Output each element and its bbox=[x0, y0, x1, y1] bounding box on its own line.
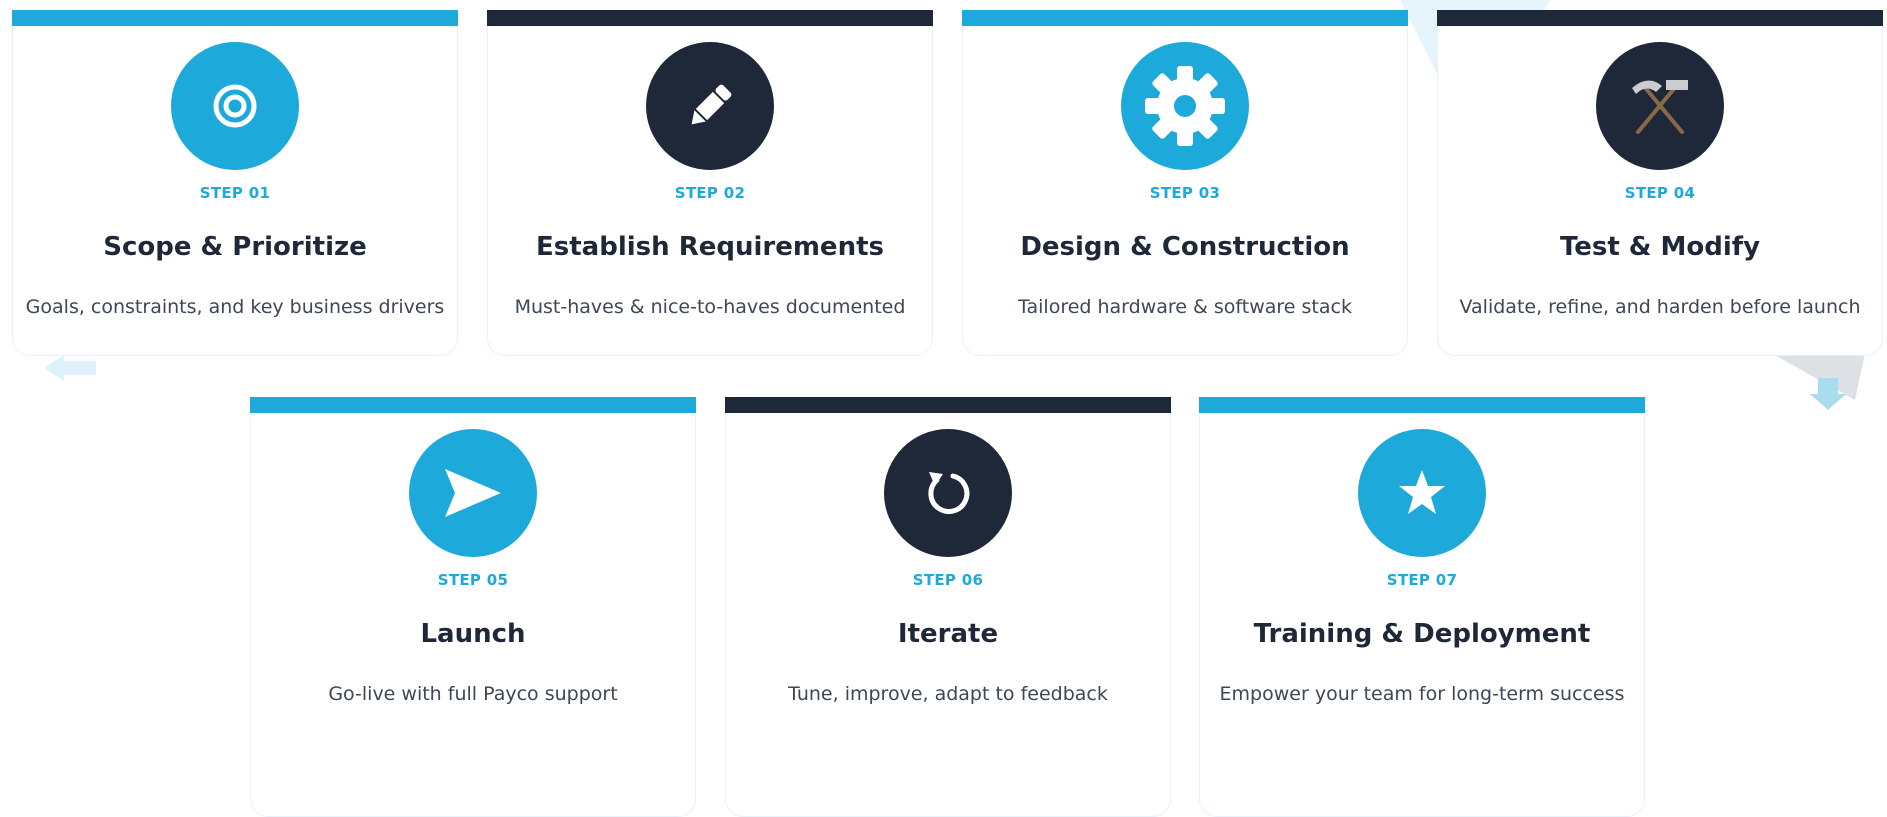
step-description: Tailored hardware & software stack bbox=[1018, 296, 1352, 318]
icon-badge bbox=[1121, 42, 1249, 170]
hammer-pick-icon bbox=[1632, 80, 1688, 134]
card-top-bar bbox=[487, 10, 933, 26]
card-top-bar bbox=[725, 397, 1171, 413]
icon-badge bbox=[171, 42, 299, 170]
gear-icon bbox=[1145, 66, 1225, 146]
card-top-bar bbox=[962, 10, 1408, 26]
icon-badge bbox=[1358, 429, 1486, 557]
step-description: Goals, constraints, and key business dri… bbox=[25, 296, 445, 318]
step-title: Training & Deployment bbox=[1253, 619, 1591, 649]
step-title: Establish Requirements bbox=[536, 232, 884, 262]
card-top-bar bbox=[250, 397, 696, 413]
step-title: Design & Construction bbox=[1020, 232, 1350, 262]
step-number: STEP 06 bbox=[912, 571, 984, 589]
step-card-04: STEP 04 Test & Modify Validate, refine, … bbox=[1437, 10, 1883, 356]
card-top-bar bbox=[12, 10, 458, 26]
step-description: Go-live with full Payco support bbox=[328, 683, 618, 705]
refresh-icon bbox=[928, 472, 970, 514]
step-number: STEP 02 bbox=[674, 184, 746, 202]
step-description: Validate, refine, and harden before laun… bbox=[1459, 296, 1861, 318]
step-card-06: STEP 06 Iterate Tune, improve, adapt to … bbox=[725, 397, 1171, 817]
step-card-03: STEP 03 Design & Construction Tailored h… bbox=[962, 10, 1408, 356]
icon-badge bbox=[884, 429, 1012, 557]
card-top-bar bbox=[1437, 10, 1883, 26]
card-top-bar bbox=[1199, 397, 1645, 413]
step-number: STEP 01 bbox=[199, 184, 271, 202]
step-number: STEP 07 bbox=[1386, 571, 1458, 589]
step-description: Must-haves & nice-to-haves documented bbox=[514, 296, 906, 318]
icon-badge bbox=[1596, 42, 1724, 170]
target-icon bbox=[213, 84, 257, 128]
icon-badge bbox=[409, 429, 537, 557]
arrow-down-icon bbox=[1810, 378, 1846, 410]
icon-badge bbox=[646, 42, 774, 170]
step-title: Launch bbox=[420, 619, 526, 649]
star-icon bbox=[1399, 470, 1445, 514]
step-number: STEP 04 bbox=[1624, 184, 1696, 202]
step-card-05: STEP 05 Launch Go-live with full Payco s… bbox=[250, 397, 696, 817]
arrow-left-icon bbox=[44, 355, 96, 381]
pencil-icon bbox=[691, 84, 732, 125]
step-number: STEP 03 bbox=[1149, 184, 1221, 202]
step-description: Empower your team for long-term success bbox=[1219, 683, 1625, 705]
step-title: Test & Modify bbox=[1559, 232, 1761, 262]
step-card-07: STEP 07 Training & Deployment Empower yo… bbox=[1199, 397, 1645, 817]
step-number: STEP 05 bbox=[437, 571, 509, 589]
step-title: Iterate bbox=[897, 619, 999, 649]
step-card-02: STEP 02 Establish Requirements Must-have… bbox=[487, 10, 933, 356]
step-title: Scope & Prioritize bbox=[103, 232, 367, 262]
send-icon bbox=[445, 469, 501, 517]
step-card-01: STEP 01 Scope & Prioritize Goals, constr… bbox=[12, 10, 458, 356]
step-description: Tune, improve, adapt to feedback bbox=[788, 683, 1108, 705]
